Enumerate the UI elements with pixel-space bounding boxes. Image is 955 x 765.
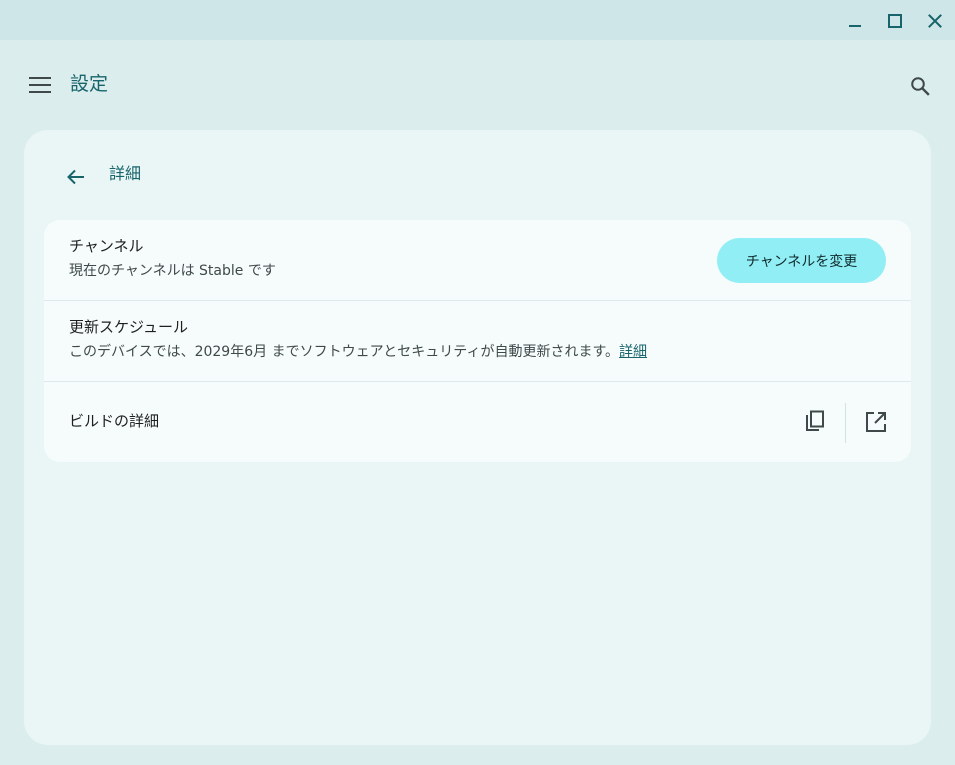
settings-window: 設定 詳細 チャンネル 現在のチャンネルは Stable です チャンネルを変更…: [0, 0, 955, 765]
build-details-row[interactable]: ビルドの詳細: [44, 381, 911, 462]
subpage-title: 詳細: [109, 164, 142, 183]
update-schedule-title: 更新スケジュール: [69, 318, 188, 336]
update-schedule-row: 更新スケジュール このデバイスでは、2029年6月 までソフトウェアとセキュリテ…: [44, 300, 911, 381]
details-card: チャンネル 現在のチャンネルは Stable です チャンネルを変更 更新スケジ…: [44, 220, 911, 462]
maximize-button[interactable]: [882, 8, 908, 34]
channel-row: チャンネル 現在のチャンネルは Stable です チャンネルを変更: [44, 220, 911, 301]
learn-more-link[interactable]: 詳細: [619, 344, 647, 360]
close-icon: [928, 14, 942, 28]
channel-subtitle: 現在のチャンネルは Stable です: [69, 263, 276, 279]
open-build-details-button[interactable]: [856, 402, 896, 442]
icon-divider: [845, 403, 846, 443]
update-schedule-subtitle: このデバイスでは、2029年6月 までソフトウェアとセキュリティが自動更新されま…: [69, 342, 647, 362]
change-channel-button[interactable]: チャンネルを変更: [717, 238, 886, 283]
build-details-title: ビルドの詳細: [69, 412, 160, 430]
arrow-back-icon: [67, 169, 84, 185]
back-button[interactable]: [62, 163, 90, 191]
title-bar: [0, 0, 955, 40]
minimize-icon: [849, 25, 861, 27]
search-icon: [911, 77, 930, 96]
update-schedule-text: このデバイスでは、2029年6月 までソフトウェアとセキュリティが自動更新されま…: [69, 344, 620, 360]
maximize-icon: [888, 14, 902, 28]
app-bar: 設定: [0, 40, 955, 130]
minimize-button[interactable]: [842, 8, 868, 34]
main-panel: 詳細 チャンネル 現在のチャンネルは Stable です チャンネルを変更 更新…: [24, 130, 931, 745]
channel-title: チャンネル: [69, 237, 144, 255]
menu-button[interactable]: [26, 72, 54, 98]
app-title: 設定: [70, 73, 109, 95]
copy-icon: [806, 410, 824, 431]
menu-icon: [29, 77, 51, 93]
search-button[interactable]: [906, 72, 934, 100]
copy-build-details-button[interactable]: [795, 402, 835, 442]
open-in-new-icon: [866, 412, 886, 432]
close-button[interactable]: [922, 8, 948, 34]
